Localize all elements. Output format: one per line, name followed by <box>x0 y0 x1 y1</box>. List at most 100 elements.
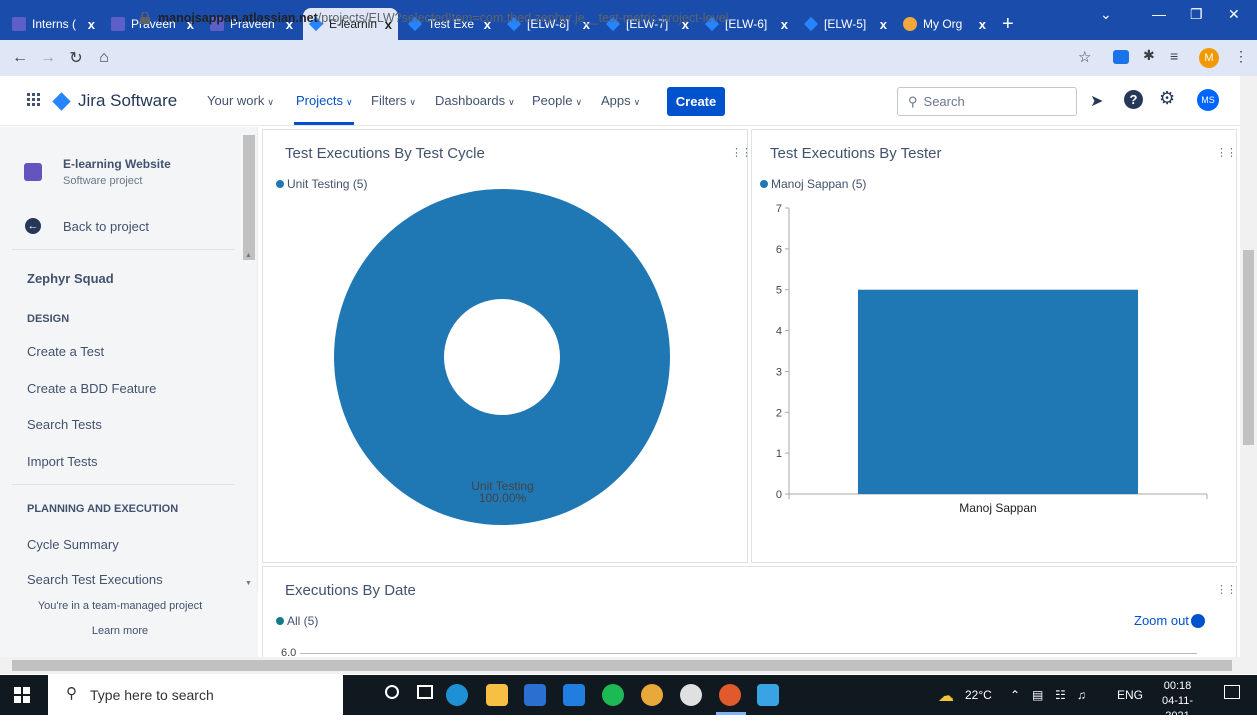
address-bar[interactable]: manojsappan.atlassian.net/projects/ELW?s… <box>140 6 729 30</box>
planning-header: PLANNING AND EXECUTION <box>27 503 179 515</box>
back-arrow-icon[interactable]: ← <box>6 49 34 67</box>
sidebar-item-search-tests[interactable]: Search Tests <box>27 417 102 432</box>
x-tick-label: Manoj Sappan <box>959 501 1036 515</box>
sidebar-divider <box>12 249 234 250</box>
jira-product-name: Jira Software <box>78 91 178 110</box>
tab-close-icon[interactable]: x <box>880 17 887 32</box>
tray-network-icon[interactable]: ☷ <box>1055 688 1066 702</box>
search-input[interactable]: ⚲ Search <box>897 87 1077 116</box>
tab-close-icon[interactable]: x <box>88 17 95 32</box>
tab-close-icon[interactable]: x <box>979 17 986 32</box>
design-header: DESIGN <box>27 313 70 325</box>
nav-dashboards[interactable]: Dashboards ∨ <box>435 93 515 108</box>
windows-start-icon[interactable] <box>14 687 30 708</box>
browser-tab[interactable]: [ELW-5] x <box>798 8 893 40</box>
new-tab-button[interactable]: + <box>1002 8 1014 40</box>
profile-avatar[interactable]: M <box>1199 48 1219 68</box>
slack-icon[interactable] <box>680 684 702 706</box>
cortana-icon[interactable] <box>385 685 399 699</box>
y-tick-label: 4 <box>776 326 782 338</box>
bar[interactable] <box>857 289 1139 494</box>
taskbar-search-input[interactable]: Type here to search <box>48 675 343 715</box>
project-name[interactable]: E-learning Website <box>63 157 171 171</box>
nav-dashboards-label: Dashboards <box>435 93 506 108</box>
url-host: manojsappan.atlassian.net <box>158 11 318 25</box>
drag-handle-icon[interactable]: ⋮⋮ <box>1216 583 1237 596</box>
tray-clock[interactable]: 00:18 04-11-2021 <box>1150 679 1205 724</box>
task-view-icon[interactable] <box>417 685 433 699</box>
browser-toolbar: ← → ↻ ⌂ <box>0 40 1257 76</box>
tray-language[interactable]: ENG <box>1117 688 1143 702</box>
date-legend-label: All (5) <box>287 614 319 628</box>
nav-projects[interactable]: Projects ∨ <box>296 93 353 108</box>
browser-tab[interactable]: My Org x <box>897 8 992 40</box>
taskbar-search-placeholder: Type here to search <box>90 687 214 703</box>
tab-close-icon[interactable]: x <box>781 17 788 32</box>
weather-icon: ☁ <box>938 688 954 705</box>
search-icon: ⚲ <box>908 93 918 109</box>
spotify-icon[interactable] <box>602 684 624 706</box>
sidebar-item-import-tests[interactable]: Import Tests <box>27 454 98 469</box>
sidebar-item-cycle-summary[interactable]: Cycle Summary <box>27 537 119 552</box>
browser-menu-icon[interactable]: ⋮ <box>1234 48 1248 65</box>
tab-search-chevron-icon[interactable]: ⌄ <box>1100 6 1112 23</box>
sidebar-item-create-test[interactable]: Create a Test <box>27 344 104 359</box>
nav-filters-label: Filters <box>371 93 407 108</box>
notifications-icon[interactable]: ➤ <box>1090 91 1103 111</box>
chrome-icon[interactable] <box>641 684 663 706</box>
store-icon[interactable] <box>524 684 546 706</box>
extension-meet-icon[interactable] <box>1113 50 1129 64</box>
user-avatar[interactable]: MS <box>1197 89 1219 111</box>
back-to-project-link[interactable]: Back to project <box>63 219 149 234</box>
sidebar-scrollbar[interactable] <box>243 135 255 260</box>
app-switcher-icon[interactable] <box>27 93 41 112</box>
chrome-profile-icon[interactable] <box>719 684 741 706</box>
weather-temp[interactable]: 22°C <box>965 688 992 702</box>
tray-time: 00:18 <box>1163 680 1192 692</box>
nav-filters[interactable]: Filters ∨ <box>371 93 416 108</box>
project-avatar-icon <box>24 163 42 181</box>
donut-slice-pct: 100.00% <box>478 491 527 505</box>
forward-arrow-icon[interactable]: → <box>34 49 62 67</box>
home-icon[interactable]: ⌂ <box>90 49 118 67</box>
donut-slice-label: Unit Testing 100.00% <box>420 480 585 504</box>
settings-gear-icon[interactable]: ⚙ <box>1159 88 1175 109</box>
tray-battery-icon[interactable]: ▤ <box>1032 688 1043 702</box>
mail-icon[interactable] <box>563 684 585 706</box>
file-explorer-icon[interactable] <box>486 684 508 706</box>
jira-logo[interactable]: Jira Software <box>52 91 178 111</box>
tray-volume-icon[interactable]: ♫ <box>1077 688 1086 702</box>
y-tick-label: 2 <box>776 407 782 419</box>
sidebar-item-create-bdd[interactable]: Create a BDD Feature <box>27 381 156 396</box>
create-button[interactable]: Create <box>667 87 725 116</box>
tray-date: 04-11-2021 <box>1162 695 1193 722</box>
date-legend[interactable]: All (5) <box>276 614 318 628</box>
restore-icon[interactable]: ❐ <box>1190 6 1203 23</box>
learn-more-link[interactable]: Learn more <box>0 625 240 637</box>
nav-your-work[interactable]: Your work ∨ <box>207 93 274 108</box>
help-icon[interactable]: ? <box>1124 90 1143 109</box>
page-scrollbar-thumb[interactable] <box>1243 250 1254 445</box>
reload-icon[interactable]: ↻ <box>62 48 90 68</box>
extensions-puzzle-icon[interactable]: ✱ <box>1143 47 1155 64</box>
scroll-up-icon[interactable]: ▲ <box>245 252 252 259</box>
scroll-down-icon[interactable]: ▼ <box>245 580 252 587</box>
section-title: Zephyr Squad <box>27 271 114 286</box>
sidebar-item-search-executions[interactable]: Search Test Executions <box>27 572 163 587</box>
zoom-out-button[interactable]: Zoom out <box>1134 613 1205 628</box>
back-arrow-icon[interactable]: ← <box>25 218 41 234</box>
photos-icon[interactable] <box>757 684 779 706</box>
minimize-icon[interactable]: — <box>1152 6 1166 22</box>
window-close-icon[interactable]: ✕ <box>1228 6 1240 23</box>
nav-your-work-label: Your work <box>207 93 265 108</box>
star-icon[interactable]: ☆ <box>1078 48 1091 66</box>
nav-apps[interactable]: Apps ∨ <box>601 93 640 108</box>
date-panel-title: Executions By Date <box>285 582 416 599</box>
edge-icon[interactable] <box>446 684 468 706</box>
action-center-icon[interactable] <box>1224 685 1240 699</box>
browser-tab[interactable]: Interns (x <box>6 8 101 40</box>
reading-list-icon[interactable]: ≡ <box>1170 48 1178 64</box>
horizontal-scrollbar-thumb[interactable] <box>12 660 1232 671</box>
nav-people[interactable]: People ∨ <box>532 93 582 108</box>
tray-chevron-icon[interactable]: ⌃ <box>1010 688 1020 702</box>
